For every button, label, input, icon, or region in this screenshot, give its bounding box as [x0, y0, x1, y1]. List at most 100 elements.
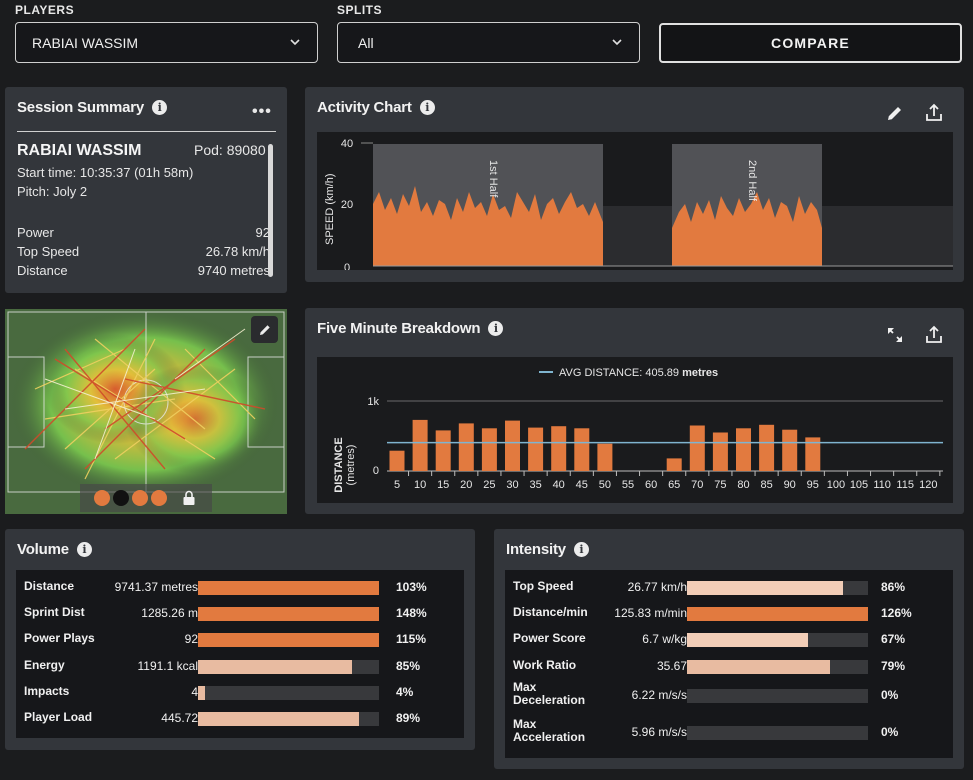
metric-bar-track — [687, 726, 868, 740]
metric-bar-track — [198, 660, 379, 674]
metric-label: Max Deceleration — [513, 681, 585, 707]
session-scrollbar[interactable] — [268, 144, 273, 277]
metric-label-text-line2: Deceleration — [513, 693, 586, 707]
metric-percent: 0% — [881, 725, 899, 739]
x-tick-label: 40 — [553, 479, 565, 491]
divider — [17, 131, 276, 132]
x-tick-label: 70 — [691, 479, 703, 491]
metric-row: Top Speed 26.77 km/h 86% — [505, 573, 953, 599]
player-select-value: RABIAI WASSIM — [32, 34, 139, 51]
export-icon[interactable] — [924, 103, 944, 123]
metric-row: Distance 9741.37 metres 103% — [16, 573, 464, 599]
metric-label-text: Distance/min — [513, 605, 588, 619]
filter-dot[interactable] — [151, 490, 167, 506]
volume-panel: Volume i Distance 9741.37 metres 103% Sprin… — [5, 529, 475, 750]
metric-value: 26.77 km/h — [627, 580, 687, 594]
filter-dot[interactable] — [113, 490, 129, 506]
session-row-label: Top Speed — [17, 244, 80, 259]
legend-prefix: AVG DISTANCE: 405.89 — [559, 367, 679, 379]
x-tick-label: 120 — [919, 479, 937, 491]
bar-80[interactable] — [736, 428, 751, 471]
bar-90[interactable] — [782, 429, 798, 471]
metric-label-text: Player Load — [24, 710, 93, 724]
splits-select-value: All — [358, 34, 374, 51]
info-icon[interactable]: i — [488, 321, 504, 336]
five-minute-chart-svg: AVG DISTANCE: 405.89 metres DISTANCE (me… — [333, 367, 943, 493]
metric-percent: 103% — [396, 580, 427, 594]
filter-dot[interactable] — [94, 490, 110, 506]
bar-25[interactable] — [481, 428, 497, 471]
x-tick-label: 35 — [529, 479, 541, 491]
x-tick-label: 50 — [599, 479, 611, 491]
metric-label-text: Sprint Dist — [24, 605, 85, 619]
metric-label: Distance — [24, 580, 74, 593]
bar-35[interactable] — [528, 427, 544, 471]
volume-title: Volume i — [17, 541, 92, 558]
metric-bar-fill — [687, 607, 868, 621]
x-tick-label: 115 — [896, 479, 914, 491]
x-tick-label: 45 — [576, 479, 588, 491]
bar-85[interactable] — [759, 424, 775, 471]
export-icon[interactable] — [924, 325, 944, 345]
bar-65[interactable] — [666, 458, 682, 471]
session-row: Distance 9740 metres — [17, 263, 270, 278]
x-tick-label: 110 — [873, 479, 891, 491]
bar-15[interactable] — [435, 430, 451, 471]
bar-45[interactable] — [574, 428, 590, 471]
pencil-icon[interactable] — [885, 103, 905, 123]
info-icon[interactable]: i — [152, 100, 168, 115]
metric-value: 35.67 — [656, 659, 687, 673]
metric-label-text: Power Score — [513, 631, 586, 645]
bar-20[interactable] — [458, 423, 474, 471]
metric-bar-track — [198, 633, 379, 647]
metric-label: Power Plays — [24, 632, 95, 645]
metric-row: Player Load 445.72 89% — [16, 704, 464, 730]
bar-50[interactable] — [597, 443, 613, 471]
pitch-edit-button[interactable] — [251, 316, 278, 343]
more-options-icon[interactable]: ••• — [252, 103, 272, 121]
ytick: 40 — [341, 138, 353, 150]
activity-ylabel: SPEED (km/h) — [324, 173, 336, 245]
bar-30[interactable] — [505, 420, 520, 471]
bar-5[interactable] — [389, 450, 405, 471]
bar-40[interactable] — [551, 426, 567, 471]
metric-label-text: Power Plays — [24, 631, 95, 645]
metric-label: Max Acceleration — [513, 718, 585, 744]
splits-select[interactable]: All — [337, 22, 640, 63]
bar-70[interactable] — [689, 425, 705, 472]
bar-10[interactable] — [412, 419, 428, 471]
metric-bar-track — [198, 712, 379, 726]
metric-row: Energy 1191.1 kcal 85% — [16, 652, 464, 678]
intensity-title-text: Intensity — [506, 541, 566, 558]
metric-row: Sprint Dist 1285.26 m 148% — [16, 599, 464, 625]
bar-75[interactable] — [712, 432, 728, 472]
x-tick-label: 30 — [506, 479, 518, 491]
session-row-value: 9740 metres — [197, 263, 270, 278]
metric-label: Distance/min — [513, 606, 588, 619]
metric-value: 125.83 m/min — [614, 606, 687, 620]
metric-bar-track — [687, 689, 868, 703]
metric-label-text: Work Ratio — [513, 658, 577, 672]
metric-row: Max Deceleration 6.22 m/s/s 0% — [505, 681, 953, 707]
metric-value: 5.96 m/s/s — [631, 725, 687, 739]
metric-percent: 67% — [881, 632, 906, 646]
player-select[interactable]: RABIAI WASSIM — [15, 22, 318, 63]
filter-dot[interactable] — [132, 490, 148, 506]
metric-percent: 0% — [881, 688, 899, 702]
metric-value: 1191.1 kcal — [137, 659, 199, 673]
five-ylabel: DISTANCE — [333, 437, 345, 492]
metric-label: Sprint Dist — [24, 606, 85, 619]
compare-button[interactable]: COMPARE — [659, 23, 962, 63]
first-half-label: 1st Half — [487, 160, 499, 198]
pitch-filter-bar — [80, 484, 212, 512]
session-pitch: Pitch: Joly 2 — [17, 184, 88, 199]
expand-icon[interactable] — [885, 325, 905, 345]
ytick: 20 — [341, 199, 353, 211]
info-icon[interactable]: i — [76, 542, 92, 557]
info-icon[interactable]: i — [573, 542, 589, 557]
metric-percent: 89% — [396, 711, 421, 725]
info-icon[interactable]: i — [419, 100, 435, 115]
metric-value: 6.22 m/s/s — [631, 688, 687, 702]
lock-icon[interactable] — [182, 490, 196, 506]
metric-row: Power Plays 92 115% — [16, 625, 464, 651]
